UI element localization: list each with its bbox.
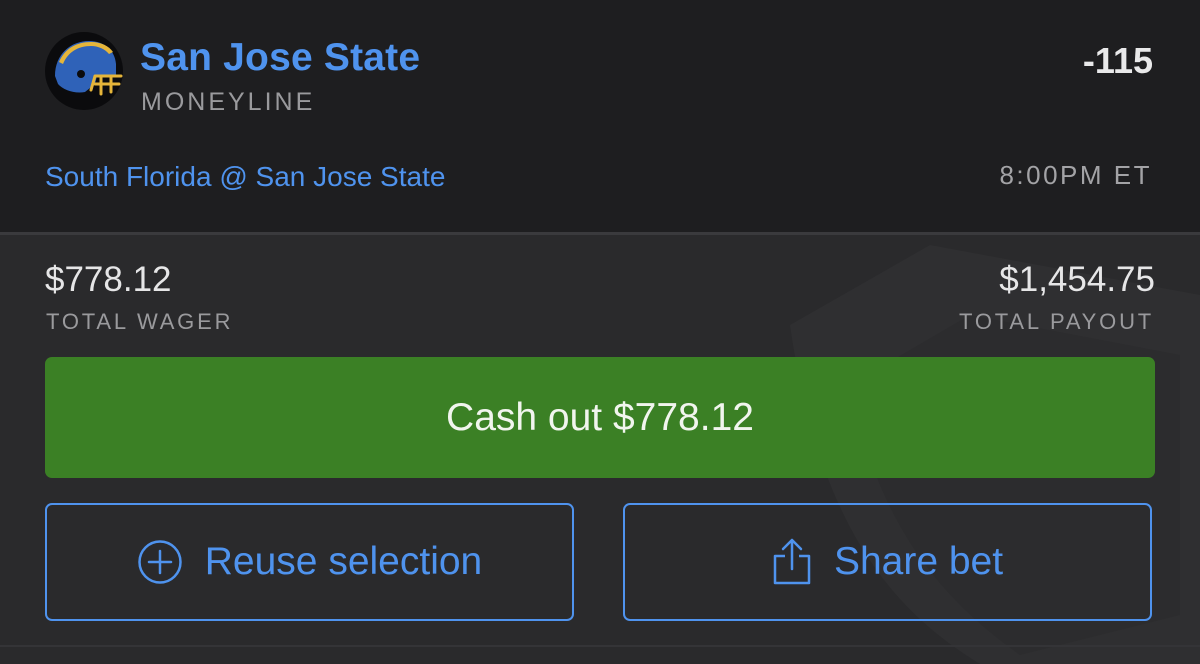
total-wager-label: TOTAL WAGER <box>46 309 234 334</box>
matchup-link[interactable]: South Florida @ San Jose State <box>45 161 445 193</box>
bet-actions-panel: $778.12 TOTAL WAGER $1,454.75 TOTAL PAYO… <box>0 235 1200 664</box>
team-name[interactable]: San Jose State <box>140 36 420 80</box>
odds: -115 <box>1082 40 1153 81</box>
divider <box>0 645 1200 647</box>
cash-out-label: Cash out $778.12 <box>446 395 754 439</box>
total-wager-amount: $778.12 <box>45 260 172 299</box>
plus-circle-icon <box>137 539 183 585</box>
bet-card: San Jose State MONEYLINE -115 South Flor… <box>0 0 1200 664</box>
reuse-selection-label: Reuse selection <box>204 540 483 583</box>
total-payout-label: TOTAL PAYOUT <box>959 309 1154 334</box>
football-helmet-icon <box>45 32 123 110</box>
share-bet-label: Share bet <box>833 540 1004 583</box>
reuse-selection-button[interactable]: Reuse selection <box>45 503 574 621</box>
bet-header: San Jose State MONEYLINE -115 South Flor… <box>0 0 1200 232</box>
share-bet-button[interactable]: Share bet <box>623 503 1152 621</box>
cash-out-button[interactable]: Cash out $778.12 <box>45 357 1155 478</box>
share-icon <box>772 538 812 586</box>
total-payout-amount: $1,454.75 <box>999 260 1155 299</box>
market-type: MONEYLINE <box>141 88 316 116</box>
start-time: 8:00PM ET <box>999 160 1152 190</box>
